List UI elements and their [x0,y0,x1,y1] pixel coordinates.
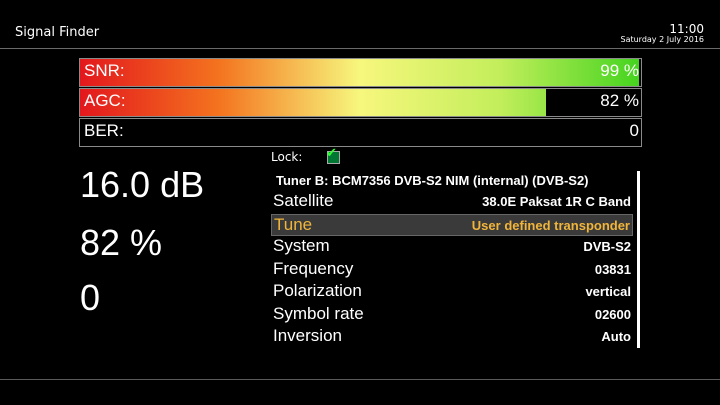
header-bar: Signal Finder 11:00 Saturday 2 July 2016 [0,0,720,49]
agc-meter: AGC: 82 % [79,88,642,117]
lock-check-icon: ✔ [326,146,337,161]
snr-meter-fill [80,59,641,86]
setting-key: System [273,236,330,255]
setting-row-tune[interactable]: Tune User defined transponder [271,214,633,236]
snr-db-readout: 16.0 dB [80,164,205,205]
clock-date: Saturday 2 July 2016 [620,35,704,44]
screen-title: Signal Finder [15,25,100,40]
setting-value: vertical [585,284,631,299]
setting-row-symbol-rate[interactable]: Symbol rate 02600 [271,304,633,326]
footer-divider [0,379,720,380]
setting-key: Inversion [273,326,342,345]
lock-label: Lock: [271,150,303,164]
setting-value: 02600 [594,307,631,322]
snr-meter: SNR: 99 % [79,58,642,87]
setting-row-satellite[interactable]: Satellite 38.0E Paksat 1R C Band [271,191,633,213]
setting-value: User defined transponder [471,218,630,233]
snr-meter-label: SNR: [84,61,125,80]
ber-readout: 0 [80,277,101,318]
setting-value: 03831 [594,262,631,277]
setting-row-system[interactable]: System DVB-S2 [271,236,633,258]
agc-meter-label: AGC: [84,91,126,110]
ber-meter-label: BER: [84,121,124,140]
setting-row-polarization[interactable]: Polarization vertical [271,281,633,303]
setting-row-inversion[interactable]: Inversion Auto [271,326,633,348]
setting-key: Polarization [273,281,362,300]
list-scrollbar[interactable] [637,171,640,348]
setting-value: Auto [601,329,631,344]
setting-key: Satellite [273,191,334,210]
setting-key: Symbol rate [273,304,364,323]
setting-key: Tune [274,215,313,234]
ber-meter-value: 0 [629,121,639,140]
ber-meter: BER: 0 [79,118,642,147]
setting-key: Frequency [273,259,354,278]
agc-meter-fill [80,89,546,116]
clock-time: 11:00 [669,22,704,36]
tuner-header: Tuner B: BCM7356 DVB-S2 NIM (internal) (… [276,173,589,188]
setting-value: DVB-S2 [583,239,631,254]
snr-meter-value: 99 % [600,61,639,80]
setting-value: 38.0E Paksat 1R C Band [482,194,631,209]
agc-readout: 82 % [80,222,163,263]
setting-row-frequency[interactable]: Frequency 03831 [271,259,633,281]
agc-meter-value: 82 % [600,91,639,110]
